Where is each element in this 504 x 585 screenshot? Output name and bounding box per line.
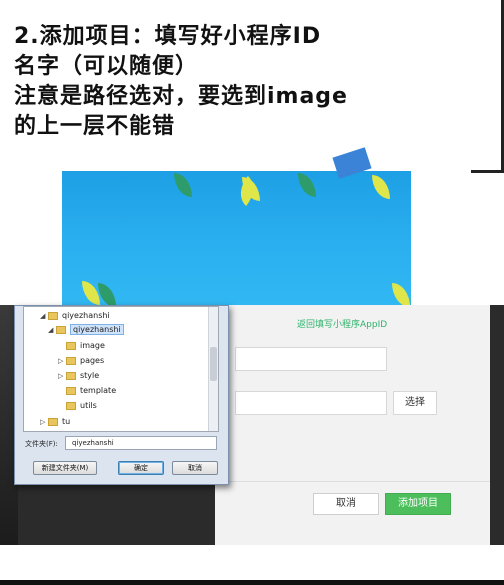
folder-icon [66, 356, 76, 365]
choose-button[interactable]: 选择 [393, 391, 437, 415]
tree-item[interactable]: ◢ qiyezhanshi [48, 323, 124, 337]
tree-item[interactable]: ▷ style [58, 369, 99, 383]
caption-line-1: 2.添加项目：填写好小程序ID [14, 24, 322, 49]
tree-scrollbar[interactable] [208, 307, 218, 431]
tree-item[interactable]: utils [58, 399, 97, 413]
browse-folder-dialog: ◢ qiyezhanshi ◢ qiyezhanshi image ▷ pages ▷… [14, 305, 229, 485]
folder-icon [66, 386, 76, 395]
folder-icon [66, 401, 76, 410]
instruction-caption: 2.添加项目：填写好小程序ID 名字（可以随便） 注意是路径选对，要选到imag… [14, 22, 484, 142]
new-folder-button[interactable]: 新建文件夹(M) [33, 461, 97, 475]
tree-item[interactable]: ◢ qiyezhanshi [40, 309, 110, 323]
leaf-icon [372, 175, 390, 199]
cancel-button[interactable]: 取消 [313, 493, 379, 515]
ok-button[interactable]: 确定 [118, 461, 164, 475]
expand-icon[interactable]: ▷ [58, 369, 66, 383]
frame-border-corner [471, 170, 504, 173]
folder-field-label: 文件夹(F): [25, 440, 58, 448]
folder-icon [48, 417, 58, 426]
caption-line-4: 的上一层不能错 [14, 114, 176, 139]
tree-item[interactable]: image [58, 339, 105, 353]
expand-icon[interactable]: ▷ [40, 415, 48, 429]
caption-line-3: 注意是路径选对，要选到image [14, 84, 348, 109]
expand-icon[interactable]: ▷ [58, 354, 66, 368]
tree-item[interactable]: template [58, 384, 116, 398]
tree-item[interactable]: ▷ tu [40, 415, 70, 429]
leaf-icon [392, 283, 410, 305]
folder-icon [66, 341, 76, 350]
screenshot-bottom-border [0, 580, 504, 583]
expand-icon[interactable]: ◢ [48, 323, 56, 337]
leaf-icon [174, 173, 192, 197]
caption-line-2: 名字（可以随便） [14, 54, 199, 79]
decorative-banner [62, 171, 411, 305]
screenshot-footer [0, 545, 504, 580]
appid-link[interactable]: 返回填写小程序AppID [297, 317, 387, 330]
expand-icon[interactable]: ◢ [40, 309, 48, 323]
folder-icon [48, 311, 58, 320]
project-path-input[interactable] [235, 391, 387, 415]
leaf-icon [298, 173, 316, 197]
divider [215, 481, 490, 482]
folder-field-input[interactable]: qiyezhanshi [65, 436, 217, 450]
folder-icon [66, 371, 76, 380]
add-project-button[interactable]: 添加项目 [385, 493, 451, 515]
project-name-input[interactable] [235, 347, 387, 371]
leaf-icon [98, 283, 116, 305]
tree-item[interactable]: ▷ pages [58, 354, 104, 368]
dialog-cancel-button[interactable]: 取消 [172, 461, 218, 475]
scrollbar-thumb[interactable] [210, 347, 217, 381]
folder-icon [56, 325, 66, 334]
add-project-panel: 返回填写小程序AppID 选择 取消 添加项目 [215, 305, 490, 545]
folder-tree: ◢ qiyezhanshi ◢ qiyezhanshi image ▷ pages ▷… [23, 306, 219, 432]
ide-screenshot: 返回填写小程序AppID 选择 取消 添加项目 ◢ qiyezhanshi ◢ qi… [0, 305, 504, 585]
